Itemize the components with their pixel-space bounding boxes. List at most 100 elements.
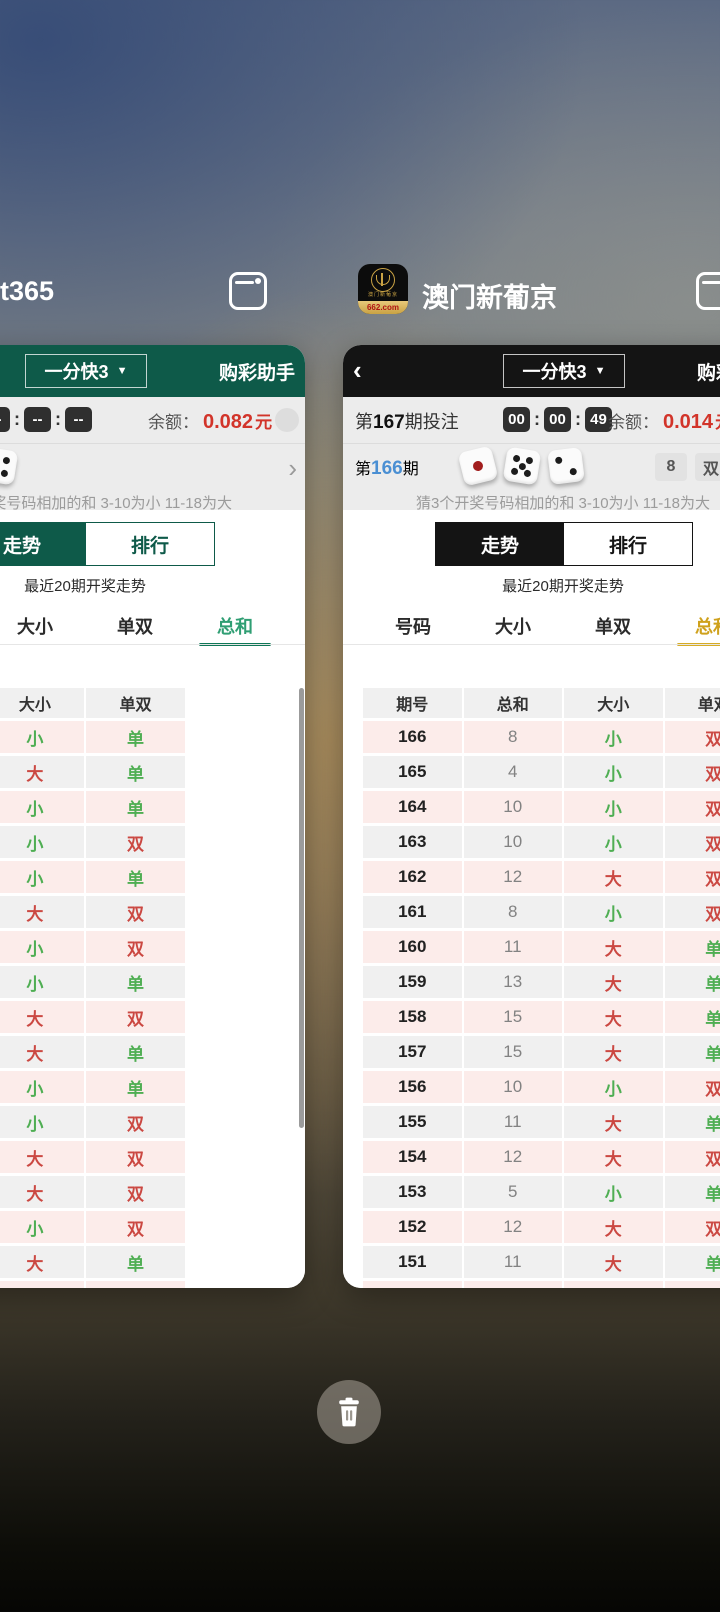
table-row: 1654小双 — [363, 756, 720, 788]
table-row: 7小单 — [0, 966, 285, 998]
table-cell: 双 — [86, 826, 185, 858]
subtabs-row: 号码 大小 单双 总和 — [363, 607, 720, 645]
table-cell: 小 — [564, 721, 663, 753]
chevron-right-icon[interactable]: › — [288, 453, 297, 484]
table-cell: 大 — [564, 1036, 663, 1068]
table-cell: 153 — [363, 1176, 462, 1208]
helper-link[interactable]: 购彩助手 — [697, 358, 720, 385]
balance-value: 0.014 — [663, 411, 713, 434]
subtab-parity[interactable]: 单双 — [563, 607, 663, 645]
subtab-parity[interactable]: 单双 — [85, 607, 185, 645]
left-trend-panel: 走势 排行 最近20期开奖走势 大小 单双 总和 总和 大小 单双 9小单17大… — [0, 510, 305, 1288]
table-cell: 双 — [665, 861, 720, 893]
tab-trend[interactable]: 走势 — [436, 523, 564, 565]
helper-link[interactable]: 购彩助手 — [219, 358, 295, 385]
balance-label: 余额： — [608, 408, 659, 433]
table-row: 16410小双 — [363, 791, 720, 823]
table-cell: 双 — [86, 896, 185, 928]
column-header: 总和 — [464, 688, 563, 718]
table-cell: 单 — [86, 1071, 185, 1103]
table-row: 16212大双 — [363, 861, 720, 893]
lottery-selector-dropdown[interactable]: 一分快3 ▼ — [25, 354, 147, 388]
table-row: 16310小双 — [363, 826, 720, 858]
table-cell: 单 — [665, 931, 720, 963]
table-row: 1618小双 — [363, 896, 720, 928]
app-icon-emblem — [371, 268, 395, 292]
table-cell: 小 — [564, 1176, 663, 1208]
sum-badge: 8 — [655, 453, 687, 481]
tab-rank[interactable]: 排行 — [564, 523, 692, 565]
table-cell: 12 — [464, 1141, 563, 1173]
table-row: 12大双 — [0, 896, 285, 928]
table-cell: 大 — [564, 1001, 663, 1033]
table-row: 12大双 — [0, 1001, 285, 1033]
table-cell: 小 — [564, 896, 663, 928]
right-card-title: 澳门新葡京 — [422, 276, 557, 315]
table-cell: 小 — [0, 861, 84, 893]
table-row: 15715大单 — [363, 1036, 720, 1068]
app-card-t365[interactable]: 一分快3 ▼ 购彩助手 -- : -- : -- 余额： 0.082 元 › — [0, 345, 305, 1288]
subtab-size[interactable]: 大小 — [463, 607, 563, 645]
subtab-number[interactable]: 号码 — [363, 607, 463, 645]
table-cell: 157 — [363, 1036, 462, 1068]
back-icon[interactable]: ‹ — [353, 359, 377, 383]
table-cell: 小 — [0, 1071, 84, 1103]
lottery-selector-dropdown[interactable]: 一分快3 ▼ — [503, 354, 625, 388]
table-cell: 13 — [464, 966, 563, 998]
table-row: 14大双 — [0, 1141, 285, 1173]
table-body: 1668小双1654小双16410小双16310小双16212大双1618小双1… — [363, 721, 720, 1288]
subtab-sum[interactable]: 总和 — [663, 607, 720, 645]
table-row: 10小双 — [0, 1106, 285, 1138]
app-card-macau[interactable]: ‹ 一分快3 ▼ 购彩助手 第167期投注 00 : 00 : 49 余额： 0… — [343, 345, 720, 1288]
table-row: 11大单 — [0, 1036, 285, 1068]
table-cell: 162 — [363, 861, 462, 893]
table-header-row: 总和 大小 单双 — [0, 688, 285, 718]
floating-window-icon[interactable] — [696, 272, 720, 310]
timer-box: -- — [0, 407, 10, 432]
table-cell: 161 — [363, 896, 462, 928]
table-cell: 单 — [86, 791, 185, 823]
table-cell: 双 — [86, 1141, 185, 1173]
tab-rank[interactable]: 排行 — [86, 523, 214, 565]
table-cell: 158 — [363, 1001, 462, 1033]
table-cell: 大 — [0, 896, 84, 928]
table-cell: 单 — [86, 721, 185, 753]
clear-all-button[interactable] — [317, 1380, 381, 1444]
table-cell: 大 — [564, 966, 663, 998]
table-cell: 大 — [0, 756, 84, 788]
left-card-title: t365 — [0, 276, 54, 307]
table-cell: 大 — [564, 1246, 663, 1278]
table-row: 9小单 — [0, 721, 285, 753]
table-cell: 双 — [665, 826, 720, 858]
selector-label: 一分快3 — [523, 358, 587, 384]
die-icon — [0, 447, 18, 486]
table-scrollbar[interactable] — [299, 688, 304, 1128]
subtab-sum[interactable]: 总和 — [185, 607, 285, 645]
app-icon-label: 澳门新葡京 — [358, 292, 408, 299]
right-app-header: ‹ 一分快3 ▼ 购彩助手 — [343, 345, 720, 397]
table-row — [0, 1281, 285, 1288]
timer-box: 00 — [503, 407, 530, 432]
period-suffix: 期 — [403, 461, 419, 478]
table-row: 15610小双 — [363, 1071, 720, 1103]
table-cell: 双 — [86, 1211, 185, 1243]
result-period-text: 第166期 — [355, 455, 419, 480]
table-row: 16011大单 — [363, 931, 720, 963]
refresh-icon[interactable] — [275, 408, 299, 432]
balance: 余额： 0.082 元 — [148, 408, 272, 434]
table-cell: 小 — [564, 826, 663, 858]
table-row: 15412大双 — [363, 1141, 720, 1173]
table-cell: 小 — [0, 1106, 84, 1138]
floating-window-icon[interactable] — [229, 272, 267, 310]
tab-trend[interactable]: 走势 — [0, 523, 86, 565]
table-row: 15913大单 — [363, 966, 720, 998]
table-row: 13大单 — [0, 1246, 285, 1278]
table-body: 9小单17大单9小单4小双7小单12大双10小双7小单12大双11大单9小单10… — [0, 721, 285, 1288]
table-cell: 小 — [0, 931, 84, 963]
left-app-top-section: 一分快3 ▼ 购彩助手 -- : -- : -- 余额： 0.082 元 › — [0, 345, 305, 510]
subtab-size[interactable]: 大小 — [0, 607, 85, 645]
table-cell: 154 — [363, 1141, 462, 1173]
table-cell: 双 — [86, 1176, 185, 1208]
table-cell: 8 — [464, 721, 563, 753]
table-row: 4小双 — [0, 826, 285, 858]
